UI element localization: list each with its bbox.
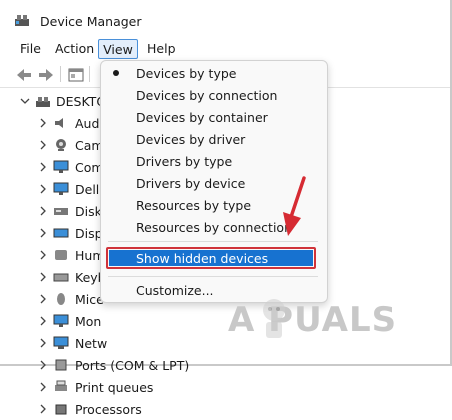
chevron-right-icon[interactable] [38,140,48,150]
tree-item[interactable]: Processors [0,398,450,420]
menu-item-resources-by-connection[interactable]: Resources by connection [136,220,292,235]
chevron-right-icon[interactable] [38,206,48,216]
watermark-mascot-icon [263,299,285,338]
chevron-right-icon[interactable] [38,118,48,128]
monitor-icon [53,160,69,173]
chevron-right-icon[interactable] [38,162,48,172]
tree-item-label: Netw [75,336,108,351]
title-bar: Device Manager [0,0,450,36]
chevron-right-icon[interactable] [38,338,48,348]
chevron-right-icon[interactable] [38,272,48,282]
menu-item-drivers-by-type[interactable]: Drivers by type [136,154,232,169]
chevron-right-icon[interactable] [38,294,48,304]
menu-help[interactable]: Help [147,39,176,59]
back-arrow-icon[interactable] [14,65,34,85]
chevron-right-icon[interactable] [38,184,48,194]
device-manager-icon [15,15,29,26]
chevron-down-icon[interactable] [20,96,30,106]
menu-item-devices-by-connection[interactable]: Devices by connection [136,88,277,103]
processor-icon [55,404,67,415]
tree-item-label: Disp [75,226,103,241]
chevron-right-icon[interactable] [38,382,48,392]
properties-icon[interactable] [66,65,86,85]
mouse-icon [57,293,65,305]
annotation-arrow-icon [283,176,306,236]
chevron-right-icon[interactable] [38,250,48,260]
menu-item-devices-by-type[interactable]: Devices by type [136,66,236,81]
printer-icon [55,380,67,391]
chevron-right-icon[interactable] [38,360,48,370]
watermark: A PUALS [228,300,397,340]
display-adapter-icon [53,228,69,238]
toolbar-separator [60,66,61,82]
tree-item-label: Mon [75,314,102,329]
chevron-right-icon[interactable] [38,228,48,238]
forward-arrow-icon[interactable] [36,65,56,85]
tree-item-label: Disk [75,204,102,219]
network-icon [53,336,69,349]
toolbar-separator [89,66,90,82]
watermark-text: A PUALS [228,300,398,340]
menu-item-devices-by-driver[interactable]: Devices by driver [136,132,245,147]
tree-item-label: Print queues [75,380,154,395]
tree-item[interactable]: Ports (COM & LPT) [0,354,450,376]
show-hidden-devices-label[interactable]: Show hidden devices [136,251,268,266]
menu-view[interactable]: View [98,39,138,59]
tree-root-label: DESKTO [56,94,107,109]
menu-file[interactable]: File [20,39,41,59]
camera-icon [56,139,66,151]
menu-item-resources-by-type[interactable]: Resources by type [136,198,251,213]
monitor-icon [53,182,69,195]
menu-item-devices-by-container[interactable]: Devices by container [136,110,268,125]
tree-item-label: Aud [75,116,100,131]
chevron-right-icon[interactable] [38,404,48,414]
computer-icon [36,97,50,107]
window-title: Device Manager [40,14,142,29]
checked-bullet-icon [113,70,119,76]
menu-separator [108,241,318,242]
menu-item-customize[interactable]: Customize... [136,283,214,298]
tree-item[interactable]: Print queues [0,376,450,398]
speaker-icon [55,118,63,128]
menu-item-drivers-by-device[interactable]: Drivers by device [136,176,245,191]
menu-separator [108,276,318,277]
menu-action[interactable]: Action [55,39,94,59]
keyboard-icon [53,273,69,282]
monitor-icon [53,314,69,327]
tree-item-label: Processors [75,402,142,417]
hid-icon [55,250,67,260]
disk-drive-icon [54,208,68,215]
port-icon [55,359,67,371]
chevron-right-icon[interactable] [38,316,48,326]
